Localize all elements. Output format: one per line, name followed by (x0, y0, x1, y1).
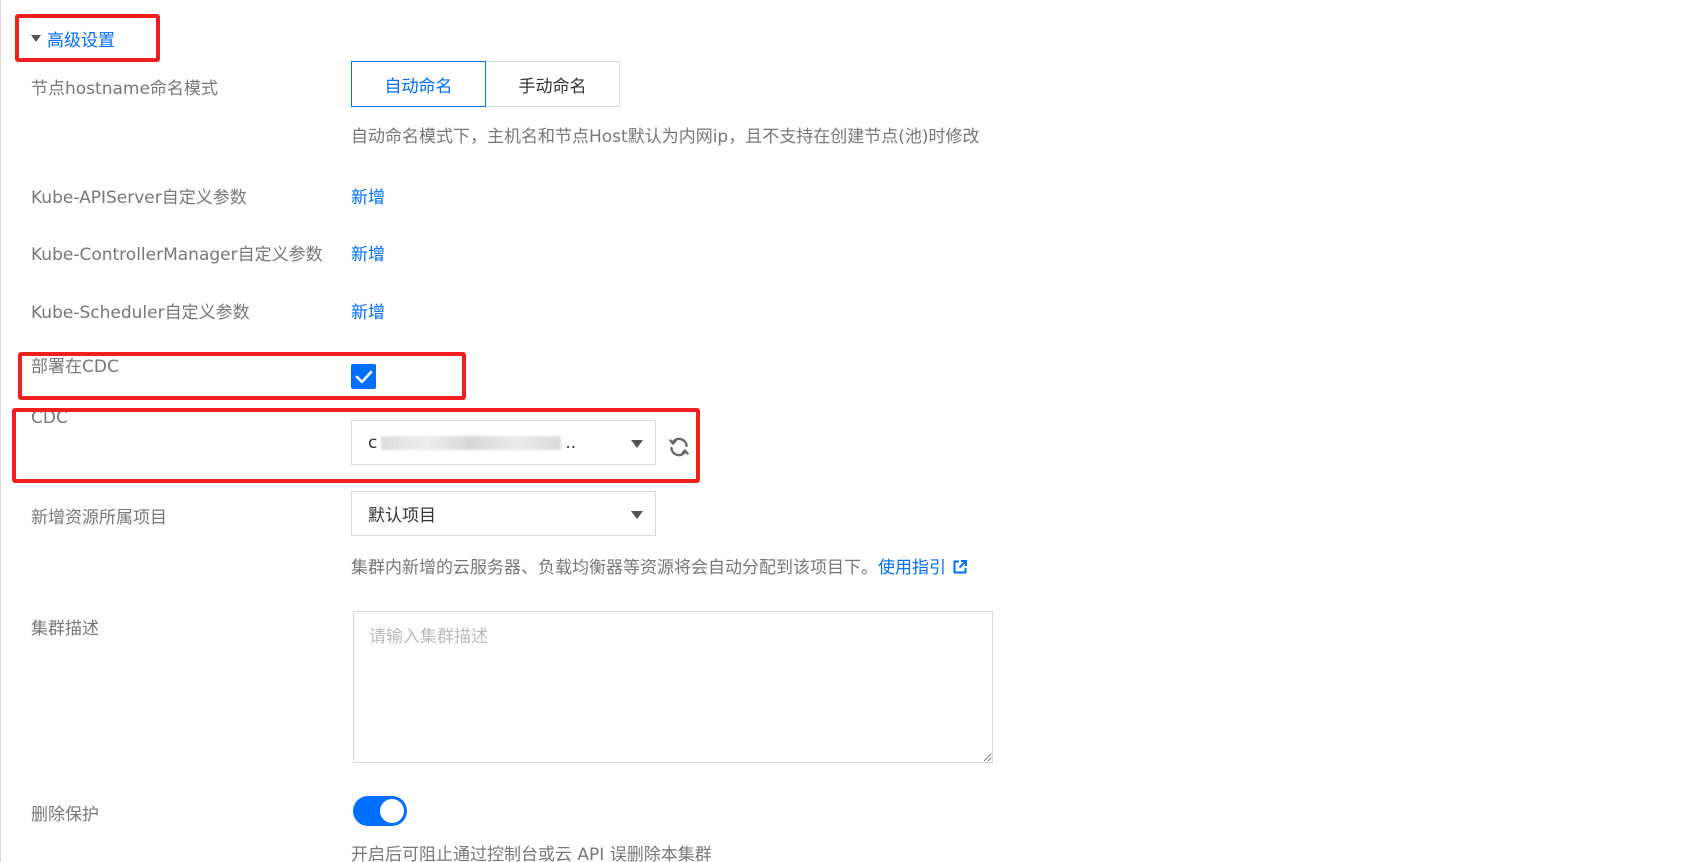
description-label: 集群描述 (31, 619, 99, 639)
delete-protection-label: 删除保护 (31, 805, 99, 825)
project-label: 新增资源所属项目 (31, 508, 167, 528)
dropdown-arrow-icon (631, 511, 643, 519)
controller-manager-params-label: Kube-ControllerManager自定义参数 (31, 245, 323, 265)
left-border (0, 0, 1, 862)
toggle-knob (380, 799, 404, 823)
refresh-icon[interactable] (666, 434, 692, 460)
hostname-mode-label: 节点hostname命名模式 (31, 79, 218, 99)
apiserver-params-label: Kube-APIServer自定义参数 (31, 188, 247, 208)
scheduler-params-label: Kube-Scheduler自定义参数 (31, 303, 250, 323)
section-title: 高级设置 (47, 31, 115, 51)
redacted-value (381, 435, 562, 450)
deploy-cdc-checkbox[interactable] (351, 364, 376, 389)
cdc-label: CDC (31, 408, 68, 428)
project-select[interactable]: 默认项目 (351, 491, 656, 536)
auto-naming-option[interactable]: 自动命名 (351, 61, 486, 107)
cdc-value-prefix: c (368, 432, 378, 453)
advanced-settings-page: 高级设置 节点hostname命名模式 自动命名 手动命名 自动命名模式下，主机… (0, 0, 1708, 862)
project-hint: 集群内新增的云服务器、负载均衡器等资源将会自动分配到该项目下。使用指引 (351, 553, 968, 578)
deploy-cdc-label: 部署在CDC (31, 357, 119, 377)
cdc-value-suffix: .. (565, 432, 577, 453)
hostname-mode-hint: 自动命名模式下，主机名和节点Host默认为内网ip，且不支持在创建节点(池)时修… (351, 127, 980, 147)
scheduler-add-link[interactable]: 新增 (351, 298, 385, 323)
dropdown-arrow-icon (631, 440, 643, 448)
description-textarea[interactable] (353, 611, 993, 763)
caret-down-icon (31, 35, 41, 42)
cdc-select[interactable]: c .. (351, 420, 656, 465)
checkmark-icon (355, 370, 372, 383)
apiserver-add-link[interactable]: 新增 (351, 183, 385, 208)
delete-protection-hint: 开启后可阻止通过控制台或云 API 误删除本集群 (351, 845, 712, 862)
delete-protection-toggle[interactable] (353, 796, 407, 826)
controller-manager-add-link[interactable]: 新增 (351, 240, 385, 265)
advanced-settings-toggle[interactable]: 高级设置 (31, 26, 115, 51)
cdc-selected-value: c .. (368, 433, 576, 453)
hostname-mode-segmented: 自动命名 手动命名 (351, 61, 620, 107)
manual-naming-option[interactable]: 手动命名 (486, 61, 620, 107)
external-link-icon[interactable] (952, 559, 968, 575)
project-selected-value: 默认项目 (368, 506, 436, 526)
project-hint-text: 集群内新增的云服务器、负载均衡器等资源将会自动分配到该项目下。 (351, 558, 878, 578)
usage-guide-link[interactable]: 使用指引 (878, 558, 946, 578)
